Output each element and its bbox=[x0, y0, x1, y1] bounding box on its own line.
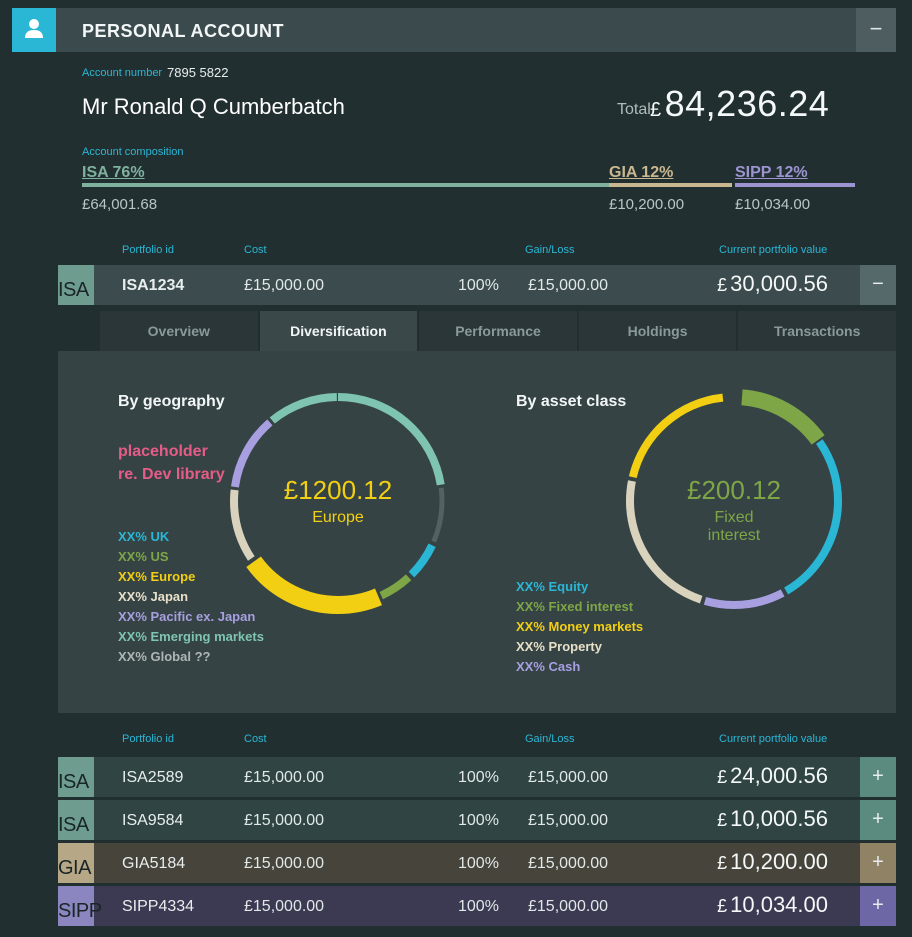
total-value: £84,236.24 bbox=[650, 83, 829, 125]
asset-class-title: By asset class bbox=[516, 393, 627, 410]
expand-portfolio-button[interactable]: + bbox=[860, 800, 896, 840]
tab-transactions[interactable]: Transactions bbox=[738, 311, 896, 351]
collapse-account-button[interactable]: − bbox=[856, 8, 896, 52]
col-gain-loss: Gain/Loss bbox=[525, 244, 575, 256]
account-header: PERSONAL ACCOUNT − bbox=[12, 8, 896, 52]
legend-item: XX% Emerging markets bbox=[118, 629, 264, 644]
col-current-value: Current portfolio value bbox=[719, 733, 828, 745]
portfolio-value: £24,000.56 bbox=[717, 763, 828, 788]
tab-holdings[interactable]: Holdings bbox=[578, 311, 737, 351]
portfolio-value: £10,000.56 bbox=[717, 806, 828, 831]
portfolio-id: SIPP4334 bbox=[122, 898, 195, 915]
asset-class-label-line-1: Fixed bbox=[714, 509, 754, 526]
portfolio-row[interactable]: ISA ISA9584 £15,000.00 100% £15,000.00 £… bbox=[58, 800, 896, 840]
user-icon bbox=[12, 8, 56, 52]
legend-item: XX% Money markets bbox=[516, 619, 644, 634]
col-cost: Cost bbox=[244, 244, 267, 256]
total-currency: £ bbox=[650, 99, 662, 121]
portfolio-row[interactable]: ISA ISA2589 £15,000.00 100% £15,000.00 £… bbox=[58, 757, 896, 797]
portfolio-gain-pct: 100% bbox=[458, 769, 499, 786]
composition-sipp-bar bbox=[735, 183, 855, 187]
composition-isa-bar bbox=[82, 183, 609, 187]
legend-item: XX% Property bbox=[516, 639, 602, 654]
personal-account-panel: PERSONAL ACCOUNT − Account number 7895 5… bbox=[0, 0, 912, 937]
collapse-portfolio-button[interactable]: − bbox=[860, 265, 896, 305]
portfolio-value: £30,000.56 bbox=[717, 271, 828, 296]
composition-isa-amount: £64,001.68 bbox=[82, 196, 158, 213]
tab-performance[interactable]: Performance bbox=[419, 311, 577, 351]
composition-gia-bar bbox=[609, 183, 732, 187]
expand-portfolio-button[interactable]: + bbox=[860, 757, 896, 797]
composition-sipp-label: SIPP 12% bbox=[735, 164, 808, 181]
portfolio-tabs: Overview Diversification Performance Hol… bbox=[100, 311, 896, 351]
composition-gia-amount: £10,200.00 bbox=[609, 196, 685, 213]
col-portfolio-id: Portfolio id bbox=[122, 733, 174, 745]
portfolio-gain: £15,000.00 bbox=[528, 855, 609, 872]
diversification-panel: By geography placeholder re. Dev library… bbox=[58, 351, 896, 713]
portfolio-cost: £15,000.00 bbox=[244, 898, 325, 915]
portfolio-type-badge: ISA bbox=[58, 757, 94, 797]
col-gain-loss: Gain/Loss bbox=[525, 733, 575, 745]
portfolio-cost: £15,000.00 bbox=[244, 855, 325, 872]
placeholder-line-2: re. Dev library bbox=[118, 466, 225, 483]
col-cost: Cost bbox=[244, 733, 267, 745]
portfolio-gain: £15,000.00 bbox=[528, 277, 609, 294]
portfolio-value: £10,200.00 bbox=[717, 849, 828, 874]
account-title: PERSONAL ACCOUNT bbox=[82, 21, 285, 41]
portfolio-id: ISA2589 bbox=[122, 769, 184, 786]
account-number-label: Account number bbox=[82, 67, 163, 79]
portfolio-row[interactable]: GIA GIA5184 £15,000.00 100% £15,000.00 £… bbox=[58, 843, 896, 883]
col-portfolio-id: Portfolio id bbox=[122, 244, 174, 256]
portfolio-row-expanded[interactable]: ISA ISA1234 £15,000.00 100% £15,000.00 £… bbox=[58, 265, 896, 305]
asset-class-donut-chart: £200.12 Fixed interest bbox=[620, 387, 848, 615]
composition-gia-label: GIA 12% bbox=[609, 164, 674, 181]
portfolio-id: ISA1234 bbox=[122, 277, 185, 294]
composition-isa-label: ISA 76% bbox=[82, 164, 145, 181]
expand-portfolio-button[interactable]: + bbox=[860, 843, 896, 883]
tab-diversification[interactable]: Diversification bbox=[259, 311, 418, 351]
legend-item: XX% Cash bbox=[516, 659, 581, 674]
legend-item: XX% Global ?? bbox=[118, 649, 211, 664]
portfolio-row[interactable]: SIPP SIPP4334 £15,000.00 100% £15,000.00… bbox=[58, 886, 896, 926]
geography-amount: £1200.12 bbox=[283, 475, 393, 505]
asset-class-label-line-2: interest bbox=[707, 527, 761, 544]
tab-overview[interactable]: Overview bbox=[100, 311, 258, 351]
col-current-value: Current portfolio value bbox=[719, 244, 828, 256]
account-holder-name: Mr Ronald Q Cumberbatch bbox=[82, 94, 345, 119]
placeholder-line-1: placeholder bbox=[118, 443, 208, 460]
portfolio-value: £10,034.00 bbox=[717, 892, 828, 917]
portfolio-gain-pct: 100% bbox=[458, 277, 499, 294]
total-amount: 84,236.24 bbox=[664, 83, 830, 124]
geography-label: Europe bbox=[312, 509, 364, 526]
portfolio-type-badge: ISA bbox=[58, 800, 94, 840]
composition-sipp-amount: £10,034.00 bbox=[735, 196, 811, 213]
portfolio-id: ISA9584 bbox=[122, 812, 184, 829]
portfolio-gain-pct: 100% bbox=[458, 812, 499, 829]
geography-donut-chart: £1200.12 Europe bbox=[224, 387, 452, 615]
portfolio-type-badge: ISA bbox=[58, 265, 94, 305]
portfolio-cost: £15,000.00 bbox=[244, 812, 325, 829]
portfolio-gain-pct: 100% bbox=[458, 898, 499, 915]
portfolio-gain: £15,000.00 bbox=[528, 898, 609, 915]
geography-title: By geography bbox=[118, 393, 225, 410]
portfolio-type-badge: SIPP bbox=[58, 886, 102, 926]
portfolio-gain-pct: 100% bbox=[458, 855, 499, 872]
portfolio-gain: £15,000.00 bbox=[528, 812, 609, 829]
portfolio-id: GIA5184 bbox=[122, 855, 186, 872]
portfolio-type-badge: GIA bbox=[58, 843, 94, 883]
portfolio-gain: £15,000.00 bbox=[528, 769, 609, 786]
portfolio-cost: £15,000.00 bbox=[244, 769, 325, 786]
composition-label: Account composition bbox=[82, 146, 184, 158]
expand-portfolio-button[interactable]: + bbox=[860, 886, 896, 926]
account-number: 7895 5822 bbox=[167, 65, 229, 80]
asset-class-amount: £200.12 bbox=[687, 475, 781, 505]
portfolio-cost: £15,000.00 bbox=[244, 277, 325, 294]
